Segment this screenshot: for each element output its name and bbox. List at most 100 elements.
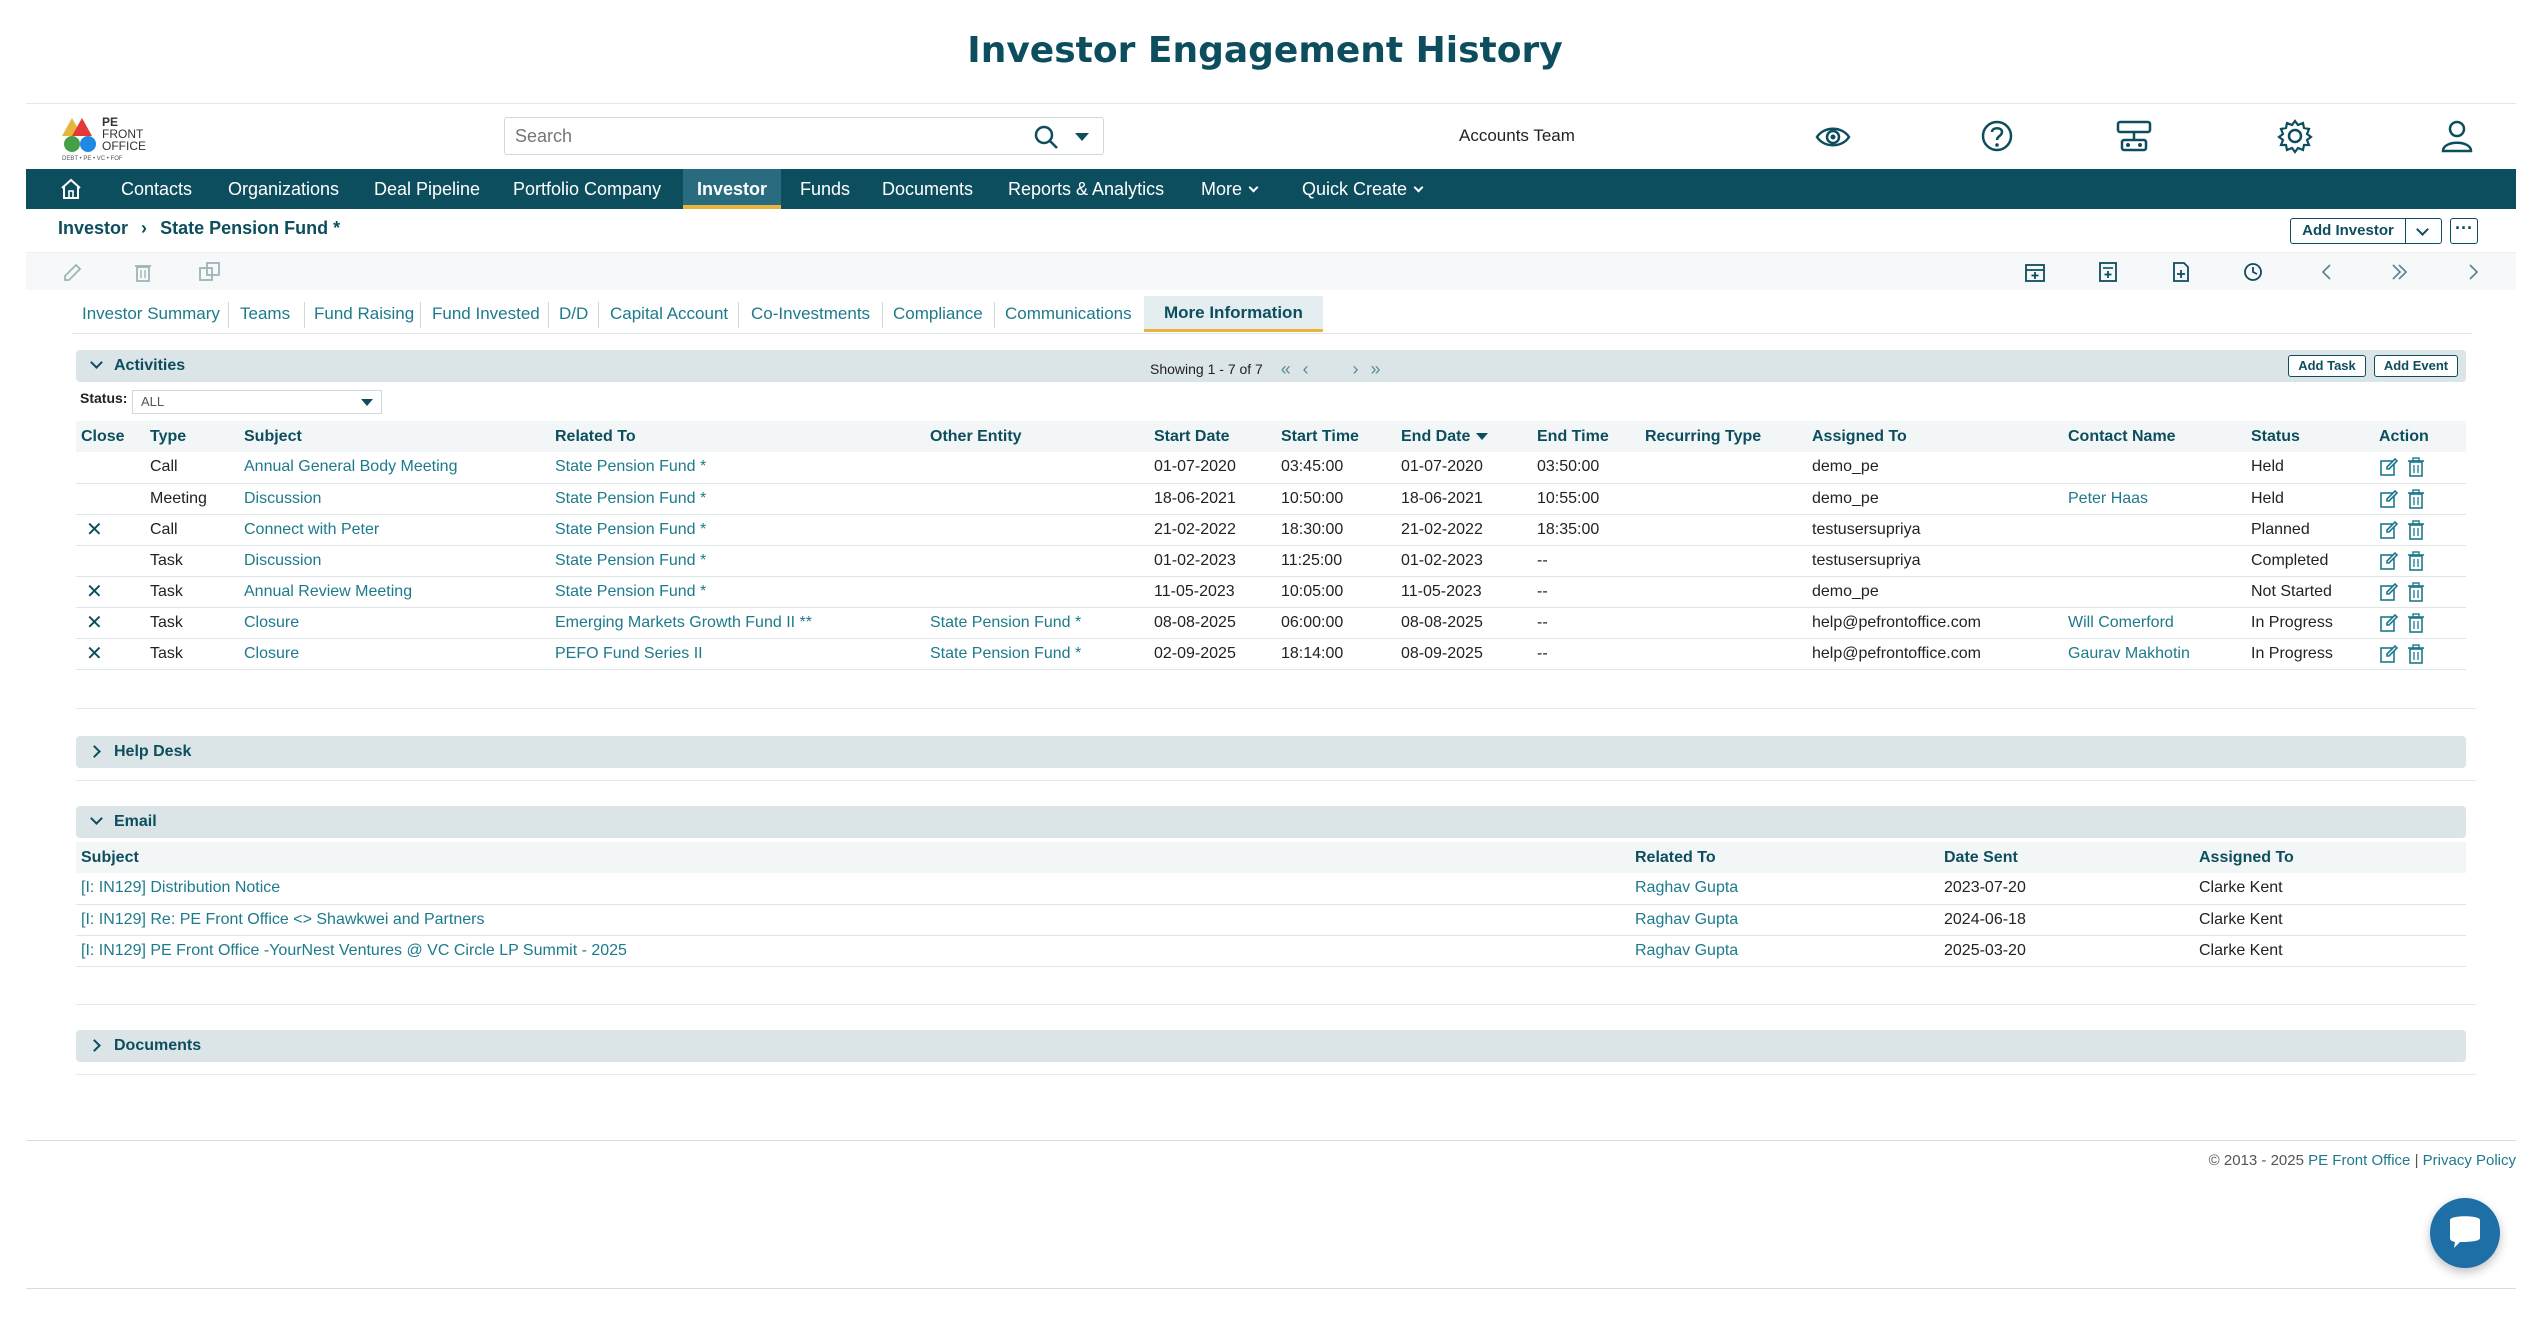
previous-record-icon[interactable] xyxy=(2316,261,2338,283)
edit-icon[interactable] xyxy=(2379,489,2399,509)
cell-contact[interactable]: Peter Haas xyxy=(2063,483,2246,515)
trash-icon[interactable] xyxy=(2407,581,2425,602)
logo[interactable]: PE FRONT OFFICE DEBT • PE • VC • FOF xyxy=(62,112,172,164)
next-page-icon[interactable]: › xyxy=(1353,359,1359,379)
cell-subject[interactable]: Discussion xyxy=(239,545,550,577)
cell-close[interactable]: ✕ xyxy=(76,576,145,608)
trash-icon[interactable] xyxy=(2407,488,2425,509)
chat-button[interactable] xyxy=(2430,1198,2500,1268)
email-cell-related[interactable]: Raghav Gupta xyxy=(1630,935,1939,967)
nav-portfolio-company[interactable]: Portfolio Company xyxy=(513,169,661,209)
cell-related[interactable]: State Pension Fund * xyxy=(550,545,925,577)
last-page-icon[interactable]: » xyxy=(1370,359,1380,379)
calendar-add-icon[interactable] xyxy=(2024,261,2046,283)
org-tree-icon[interactable] xyxy=(2114,118,2154,156)
col-end-date[interactable]: End Date xyxy=(1396,421,1532,452)
cell-close[interactable]: ✕ xyxy=(76,514,145,546)
tab-more-information[interactable]: More Information xyxy=(1144,296,1323,332)
email-cell-subject[interactable]: [I: IN129] PE Front Office -YourNest Ven… xyxy=(76,935,1630,967)
cell-subject[interactable]: Connect with Peter xyxy=(239,514,550,546)
cell-close[interactable]: ✕ xyxy=(76,607,145,639)
activities-section-header[interactable]: Activities Showing 1 - 7 of 7 « ‹ › » Ad… xyxy=(76,350,2466,382)
tab-co-investments[interactable]: Co-Investments xyxy=(751,300,870,328)
status-filter-select[interactable]: ALL xyxy=(132,390,382,414)
add-investor-dropdown[interactable] xyxy=(2405,219,2441,243)
edit-icon[interactable] xyxy=(2379,582,2399,602)
cell-contact[interactable]: Will Comerford xyxy=(2063,607,2246,639)
email-col-related-to[interactable]: Related To xyxy=(1630,842,1939,873)
cell-subject[interactable]: Discussion xyxy=(239,483,550,515)
edit-icon[interactable] xyxy=(2379,520,2399,540)
trash-icon[interactable] xyxy=(2407,550,2425,571)
trash-icon[interactable] xyxy=(2407,612,2425,633)
col-other-entity[interactable]: Other Entity xyxy=(925,421,1149,452)
delete-icon[interactable] xyxy=(132,261,154,283)
helpdesk-section-header[interactable]: Help Desk xyxy=(76,736,2466,768)
col-recurring-type[interactable]: Recurring Type xyxy=(1640,421,1807,452)
nav-funds[interactable]: Funds xyxy=(800,169,850,209)
col-related-to[interactable]: Related To xyxy=(550,421,925,452)
edit-icon[interactable] xyxy=(2379,644,2399,664)
privacy-policy-link[interactable]: Privacy Policy xyxy=(2423,1152,2516,1169)
col-assigned-to[interactable]: Assigned To xyxy=(1807,421,2063,452)
first-page-icon[interactable]: « xyxy=(1281,359,1291,379)
task-add-icon[interactable] xyxy=(2097,261,2119,283)
documents-section-header[interactable]: Documents xyxy=(76,1030,2466,1062)
history-icon[interactable] xyxy=(2242,261,2264,283)
nav-more[interactable]: More xyxy=(1201,169,1259,209)
email-cell-related[interactable]: Raghav Gupta xyxy=(1630,904,1939,936)
tab-communications[interactable]: Communications xyxy=(1005,300,1132,328)
tab-dd[interactable]: D/D xyxy=(559,300,588,328)
tab-fund-raising[interactable]: Fund Raising xyxy=(314,300,414,328)
user-icon[interactable] xyxy=(2440,118,2474,154)
gear-icon[interactable] xyxy=(2277,118,2313,154)
add-task-button[interactable]: Add Task xyxy=(2288,355,2366,377)
next-record-icon[interactable] xyxy=(2462,261,2484,283)
tab-investor-summary[interactable]: Investor Summary xyxy=(82,300,220,328)
col-subject[interactable]: Subject xyxy=(239,421,550,452)
email-col-subject[interactable]: Subject xyxy=(76,842,1630,873)
add-event-button[interactable]: Add Event xyxy=(2374,355,2458,377)
col-start-time[interactable]: Start Time xyxy=(1276,421,1396,452)
cell-related[interactable]: Emerging Markets Growth Fund II ** xyxy=(550,607,925,639)
cell-subject[interactable]: Annual General Body Meeting xyxy=(239,452,550,484)
edit-icon[interactable] xyxy=(2379,457,2399,477)
nav-investor[interactable]: Investor xyxy=(683,169,782,209)
col-contact-name[interactable]: Contact Name xyxy=(2063,421,2246,452)
edit-icon[interactable] xyxy=(62,261,84,283)
eye-icon[interactable] xyxy=(1814,118,1852,156)
last-record-icon[interactable] xyxy=(2388,261,2410,283)
cell-other[interactable]: State Pension Fund * xyxy=(925,607,1149,639)
cell-subject[interactable]: Annual Review Meeting xyxy=(239,576,550,608)
cell-related[interactable]: State Pension Fund * xyxy=(550,576,925,608)
breadcrumb-root[interactable]: Investor xyxy=(58,218,128,238)
col-end-time[interactable]: End Time xyxy=(1532,421,1640,452)
nav-organizations[interactable]: Organizations xyxy=(228,169,339,209)
search-icon[interactable] xyxy=(1033,124,1059,150)
cell-related[interactable]: State Pension Fund * xyxy=(550,483,925,515)
cell-other[interactable]: State Pension Fund * xyxy=(925,638,1149,670)
email-cell-subject[interactable]: [I: IN129] Re: PE Front Office <> Shawkw… xyxy=(76,904,1630,936)
nav-quick-create[interactable]: Quick Create xyxy=(1302,169,1424,209)
nav-contacts[interactable]: Contacts xyxy=(121,169,192,209)
more-options-button[interactable]: ··· xyxy=(2450,218,2478,244)
email-col-date-sent[interactable]: Date Sent xyxy=(1939,842,2194,873)
col-type[interactable]: Type xyxy=(145,421,239,452)
email-cell-related[interactable]: Raghav Gupta xyxy=(1630,873,1939,905)
cell-contact[interactable]: Gaurav Makhotin xyxy=(2063,638,2246,670)
team-label[interactable]: Accounts Team xyxy=(1459,126,1575,146)
search-dropdown-icon[interactable] xyxy=(1075,133,1089,141)
cell-related[interactable]: State Pension Fund * xyxy=(550,514,925,546)
tab-compliance[interactable]: Compliance xyxy=(893,300,983,328)
add-investor-button[interactable]: Add Investor xyxy=(2290,218,2442,244)
edit-icon[interactable] xyxy=(2379,613,2399,633)
footer-brand-link[interactable]: PE Front Office xyxy=(2308,1152,2410,1169)
tab-capital-account[interactable]: Capital Account xyxy=(610,300,728,328)
email-section-header[interactable]: Email xyxy=(76,806,2466,838)
trash-icon[interactable] xyxy=(2407,457,2425,478)
trash-icon[interactable] xyxy=(2407,519,2425,540)
document-add-icon[interactable] xyxy=(2170,261,2192,283)
cell-related[interactable]: State Pension Fund * xyxy=(550,452,925,484)
email-col-assigned-to[interactable]: Assigned To xyxy=(2194,842,2466,873)
nav-deal-pipeline[interactable]: Deal Pipeline xyxy=(374,169,480,209)
